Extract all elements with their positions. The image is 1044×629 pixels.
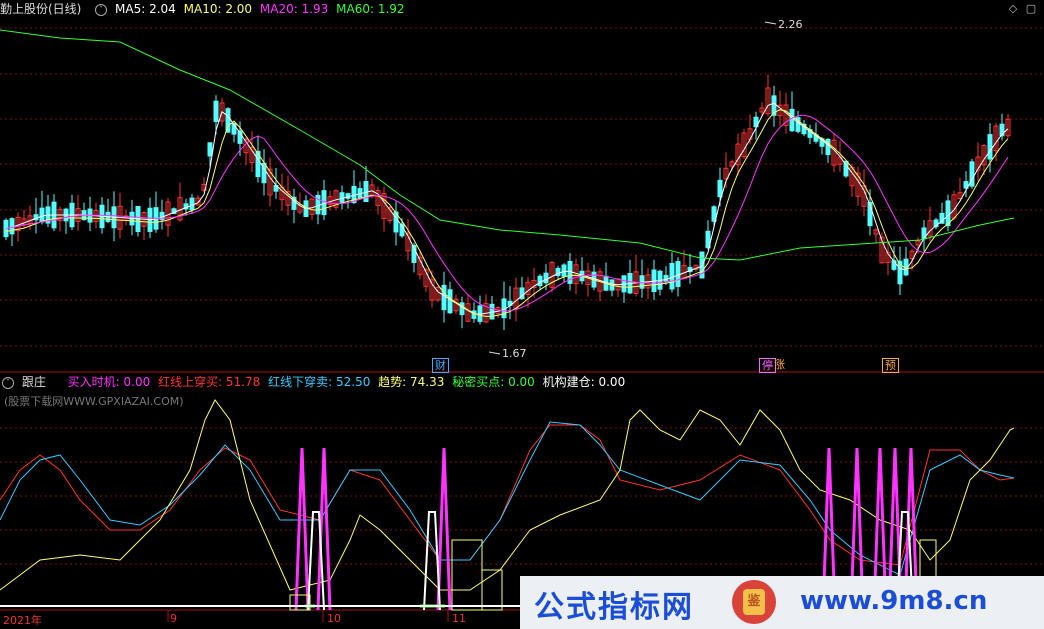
- candle-body: [675, 261, 681, 287]
- banner-url: www.9m8.cn: [800, 586, 988, 616]
- candle-body: [39, 207, 45, 223]
- candle-body: [225, 108, 231, 133]
- candle-body: [717, 179, 723, 198]
- candle-body: [207, 142, 213, 157]
- candle-body: [459, 302, 465, 316]
- ad-banner[interactable]: 公式指标网 鉴 www.9m8.cn: [520, 576, 1044, 629]
- event-tag-finance[interactable]: 财: [432, 358, 449, 373]
- high-price-label: 2.26: [778, 18, 803, 31]
- low-marker: [488, 351, 501, 355]
- x-axis-label-oct: 10: [327, 612, 341, 625]
- candle-body: [669, 262, 675, 290]
- banner-site-name: 公式指标网: [534, 590, 694, 625]
- trend-step-bar: [481, 569, 503, 611]
- candle-body: [543, 272, 549, 284]
- candle-body: [213, 100, 219, 122]
- x-axis-label-year: 2021年: [3, 614, 42, 627]
- candle-body: [321, 190, 327, 216]
- candle-body: [441, 284, 447, 311]
- candle-body: [789, 108, 795, 132]
- candle-body: [9, 218, 15, 235]
- event-tag-rise[interactable]: 涨: [772, 358, 787, 371]
- candle-body: [189, 197, 195, 211]
- banner-logo-text: 鉴: [743, 589, 765, 615]
- candle-body: [561, 264, 567, 277]
- event-tag-forecast[interactable]: 预: [882, 358, 899, 373]
- candle-body: [987, 134, 993, 160]
- x-axis-label-nov: 11: [452, 612, 466, 625]
- candle-body: [537, 275, 543, 287]
- x-axis-label-sep: 9: [170, 612, 177, 625]
- low-price-label: 1.67: [502, 347, 527, 360]
- high-marker: [764, 21, 777, 25]
- buy-timing-spike: [436, 447, 452, 611]
- banner-logo: 鉴: [732, 580, 776, 624]
- candle-body: [447, 289, 453, 314]
- buy-timing-spike: [294, 447, 310, 611]
- stock-chart-canvas[interactable]: [0, 0, 1044, 629]
